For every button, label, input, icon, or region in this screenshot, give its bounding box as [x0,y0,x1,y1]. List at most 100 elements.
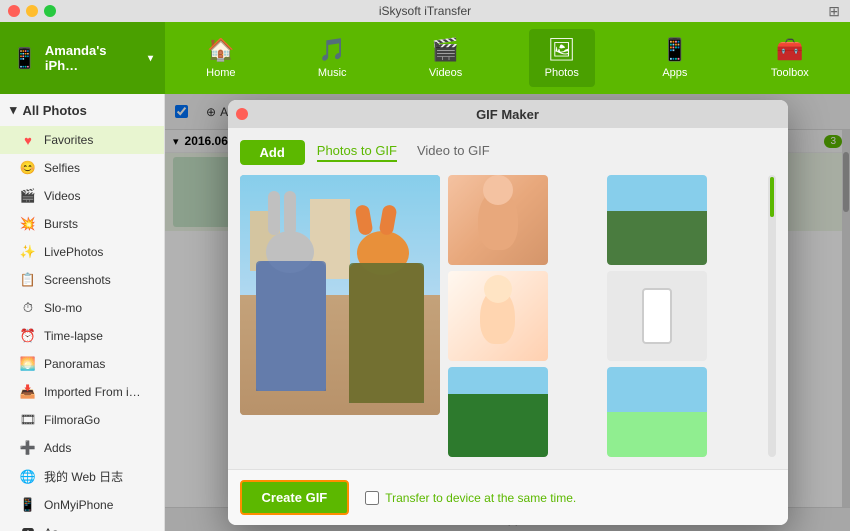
window-icon: ⊞ [828,3,840,20]
maximize-button[interactable] [44,5,56,17]
nav-item-apps[interactable]: 📱 Apps [645,29,704,87]
videos-label: Videos [44,189,80,203]
sidebar-item-filmorago[interactable]: 🎞 FilmoraGo [0,406,164,434]
sidebar-item-favorites[interactable]: ♥ Favorites [0,126,164,154]
screenshots-icon: 📋 [20,272,36,288]
sidebar-item-web[interactable]: 🌐 我的 Web 日志 [0,462,164,491]
modal-toolbar: Add Photos to GIF Video to GIF [240,140,776,165]
adds-icon: ➕ [20,440,36,456]
screenshots-label: Screenshots [44,273,111,287]
nav-item-videos[interactable]: 🎬 Videos [413,29,478,87]
nav-label-home: Home [206,67,235,79]
selfies-label: Selfies [44,161,80,175]
livephotos-icon: ✨ [20,244,36,260]
thumbnail-3[interactable] [448,271,548,361]
nav-label-photos: Photos [545,67,579,79]
collapse-icon: ▾ [10,102,17,118]
transfer-checkbox-container: Transfer to device at the same time. [365,491,576,505]
app-title: iSkysoft iTransfer [379,4,471,18]
home-icon: 🏠 [207,37,234,63]
selfies-icon: 😊 [20,160,36,176]
title-bar: iSkysoft iTransfer ⊞ [0,0,850,22]
web-label: 我的 Web 日志 [44,468,123,485]
traffic-lights [8,5,56,17]
aa-label: Aa [44,526,59,531]
sidebar-item-screenshots[interactable]: 📋 Screenshots [0,266,164,294]
nav-bar: 📱 Amanda's iPh… ▾ 🏠 Home 🎵 Music 🎬 Video… [0,22,850,94]
imported-label: Imported From i… [44,385,141,399]
thumbnail-6[interactable] [607,367,707,457]
web-icon: 🌐 [20,469,36,485]
sidebar-item-timelapse[interactable]: ⏰ Time-lapse [0,322,164,350]
heart-icon: ♥ [20,132,36,148]
modal-body: Add Photos to GIF Video to GIF [228,128,788,469]
close-button[interactable] [8,5,20,17]
sidebar-item-adds[interactable]: ➕ Adds [0,434,164,462]
content-area: ⊕ Add ↗ Export ⊖ Delete ↺ Refresh 🖼 Conv… [165,94,850,531]
videos-nav-icon: 🎬 [432,37,459,63]
videos-sidebar-icon: 🎬 [20,188,36,204]
modal-photo-content [240,175,776,457]
nav-label-music: Music [318,67,347,79]
livephotos-label: LivePhotos [44,245,103,259]
nav-items: 🏠 Home 🎵 Music 🎬 Videos 🖼 Photos 📱 Apps … [165,29,850,87]
panoramas-icon: 🌅 [20,356,36,372]
adds-label: Adds [44,441,71,455]
timelapse-icon: ⏰ [20,328,36,344]
device-section[interactable]: 📱 Amanda's iPh… ▾ [0,22,165,94]
tab-video-to-gif[interactable]: Video to GIF [417,143,490,162]
all-photos-label: All Photos [23,103,87,118]
main-photo[interactable] [240,175,440,415]
filmorago-icon: 🎞 [20,412,36,428]
tab-photos-to-gif[interactable]: Photos to GIF [317,143,397,162]
gif-maker-modal: GIF Maker Add Photos to GIF Video to GIF [228,100,788,525]
sidebar-item-videos[interactable]: 🎬 Videos [0,182,164,210]
sidebar-item-slomo[interactable]: ⏱ Slo-mo [0,294,164,322]
modal-add-button[interactable]: Add [240,140,305,165]
modal-thumbnails [448,175,760,457]
panoramas-label: Panoramas [44,357,105,371]
modal-title: GIF Maker [476,107,539,122]
bursts-icon: 💥 [20,216,36,232]
modal-close-button[interactable] [236,108,248,120]
sidebar-item-panoramas[interactable]: 🌅 Panoramas [0,350,164,378]
all-photos-header[interactable]: ▾ All Photos [0,94,164,126]
timelapse-label: Time-lapse [44,329,103,343]
zootopia-image [240,175,440,415]
imported-icon: 📥 [20,384,36,400]
create-gif-button[interactable]: Create GIF [240,480,350,515]
thumbnail-2[interactable] [607,175,707,265]
device-icon: 📱 [12,46,37,71]
main-layout: ▾ All Photos ♥ Favorites 😊 Selfies 🎬 Vid… [0,94,850,531]
sidebar-item-aa[interactable]: 🅰 Aa [0,519,164,531]
nav-label-videos: Videos [429,67,462,79]
sidebar-item-selfies[interactable]: 😊 Selfies [0,154,164,182]
modal-footer: Create GIF Transfer to device at the sam… [228,469,788,525]
nav-item-photos[interactable]: 🖼 Photos [529,29,595,87]
toolbox-icon: 🧰 [776,37,803,63]
scrollbar-thumb-green [770,177,774,217]
onmyiphone-label: OnMyiPhone [44,498,113,512]
chevron-down-icon: ▾ [148,53,153,64]
nav-item-toolbox[interactable]: 🧰 Toolbox [755,29,825,87]
transfer-label: Transfer to device at the same time. [385,491,576,505]
nav-label-apps: Apps [662,67,687,79]
device-name: Amanda's iPh… [45,43,138,73]
sidebar-item-imported[interactable]: 📥 Imported From i… [0,378,164,406]
modal-tabs: Photos to GIF Video to GIF [317,143,490,162]
sidebar-item-livephotos[interactable]: ✨ LivePhotos [0,238,164,266]
nav-item-music[interactable]: 🎵 Music [302,29,363,87]
sidebar: ▾ All Photos ♥ Favorites 😊 Selfies 🎬 Vid… [0,94,165,531]
transfer-checkbox[interactable] [365,491,379,505]
nav-item-home[interactable]: 🏠 Home [190,29,251,87]
thumbnail-4[interactable] [607,271,707,361]
filmorago-label: FilmoraGo [44,413,100,427]
sidebar-item-onmyiphone[interactable]: 📱 OnMyiPhone [0,491,164,519]
thumbnail-1[interactable] [448,175,548,265]
onmyiphone-icon: 📱 [20,497,36,513]
bursts-label: Bursts [44,217,78,231]
modal-photo-scrollbar[interactable] [768,175,776,457]
sidebar-item-bursts[interactable]: 💥 Bursts [0,210,164,238]
thumbnail-5[interactable] [448,367,548,457]
minimize-button[interactable] [26,5,38,17]
